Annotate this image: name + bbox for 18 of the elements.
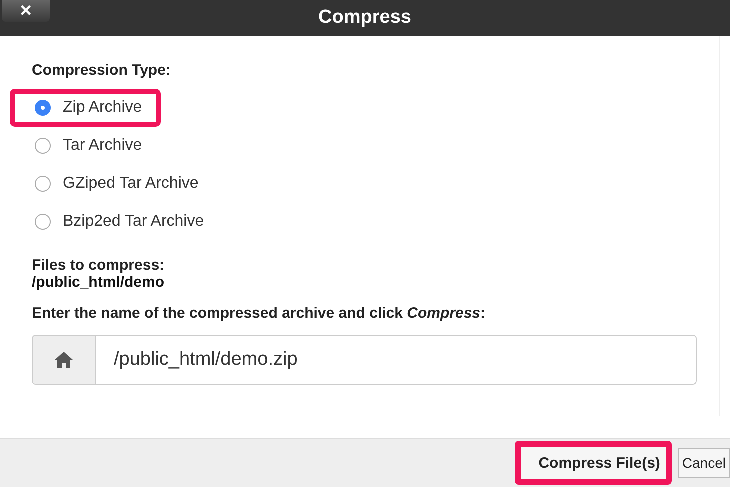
compress-button[interactable]: Compress File(s)	[514, 441, 672, 485]
archive-name-field[interactable]: /public_html/demo.zip	[32, 335, 697, 385]
radio-option[interactable]: Zip Archive	[10, 89, 162, 127]
home-icon	[54, 351, 74, 369]
radio-button[interactable]	[35, 138, 51, 154]
radio-button[interactable]	[35, 176, 51, 192]
section-label: Files to compress:	[32, 257, 166, 274]
cancel-button[interactable]: Cancel	[678, 448, 730, 478]
radio-button[interactable]	[35, 214, 51, 230]
instruction-text: Enter the name of the compressed archive and click Compress:	[32, 305, 486, 322]
radio-button[interactable]	[35, 100, 51, 116]
window-title: Compress	[318, 7, 412, 29]
radio-option[interactable]: Tar Archive	[10, 127, 162, 165]
section-label: Compression Type:	[32, 62, 172, 79]
file-path: /public_html/demo	[32, 274, 166, 291]
radio-option[interactable]: GZiped Tar Archive	[10, 165, 218, 203]
radio-option[interactable]: Bzip2ed Tar Archive	[10, 203, 224, 241]
close-button[interactable]: ×	[2, 0, 50, 22]
